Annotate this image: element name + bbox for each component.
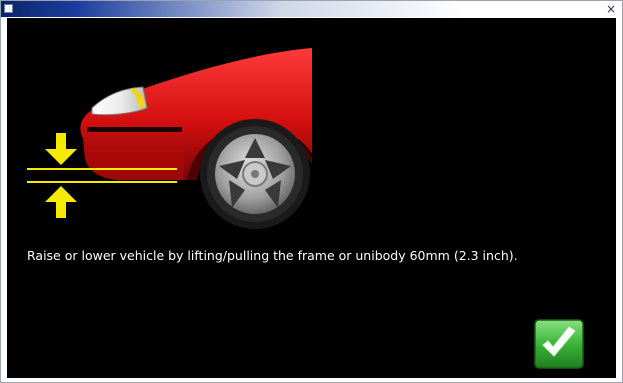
lower-reference-line [27,181,177,183]
title-bar[interactable]: × [1,1,622,18]
ok-button[interactable] [534,319,584,369]
window-frame-right [616,18,622,382]
arrow-down-icon [45,133,77,165]
headlight-icon [91,86,148,116]
instruction-text: Raise or lower vehicle by lifting/pullin… [27,248,518,263]
window-frame-bottom [1,378,622,382]
wheel-icon [200,119,310,229]
arrow-up-icon [45,186,77,218]
content-area: Raise or lower vehicle by lifting/pullin… [7,18,616,378]
upper-reference-line [27,168,177,170]
system-menu-icon[interactable] [4,4,13,13]
close-icon[interactable]: × [606,1,616,17]
car-ride-height-illustration [27,48,312,229]
app-window: × Raise or lower vehicle by lifting/pull… [0,0,623,383]
